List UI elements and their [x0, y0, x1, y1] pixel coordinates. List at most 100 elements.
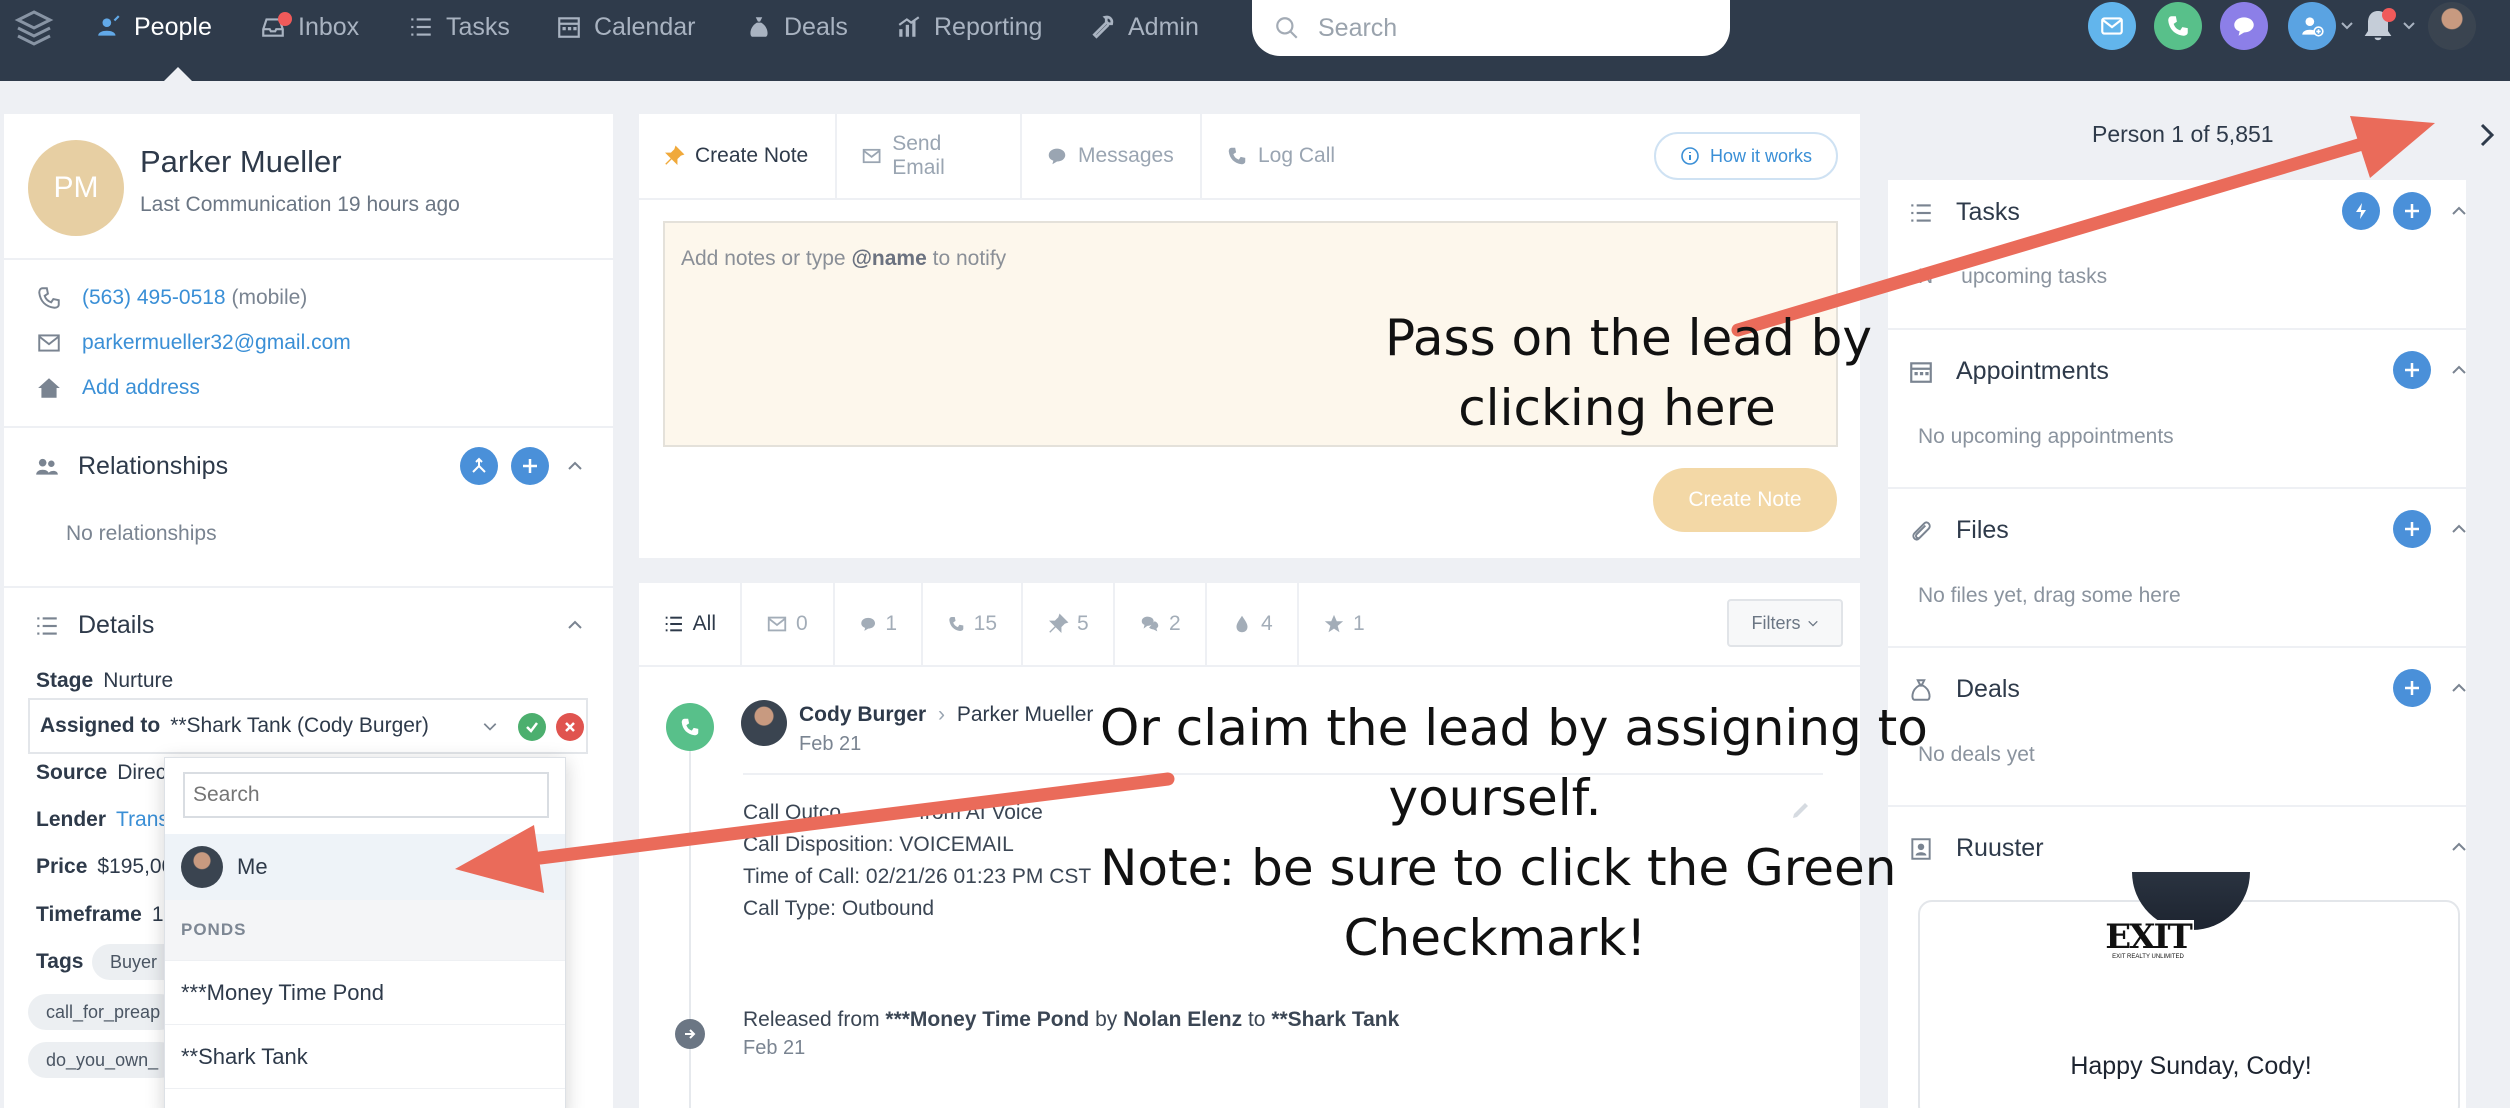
person-icon — [98, 15, 120, 36]
filters-button[interactable]: Filters — [1727, 599, 1843, 647]
address-row: Add address — [36, 373, 200, 403]
assigned-value: **Shark Tank (Cody Burger) — [170, 714, 429, 737]
task-automation-button[interactable] — [2342, 192, 2380, 230]
filter-tab-all[interactable]: All — [639, 583, 742, 665]
add-task-button[interactable] — [2393, 192, 2431, 230]
assign-to-me-option[interactable]: Me — [165, 834, 565, 900]
pin-icon — [665, 145, 685, 165]
filter-tab-notes[interactable]: 5 — [1023, 583, 1115, 665]
assignee-dropdown: Me PONDS ***Money Time Pond **Shark Tank — [164, 757, 566, 1108]
filter-tab-drips[interactable]: 4 — [1207, 583, 1299, 665]
appointments-empty: No upcoming appointments — [1918, 425, 2174, 448]
assigned-to-field[interactable]: Assigned to **Shark Tank (Cody Burger) — [28, 698, 588, 754]
add-deal-button[interactable] — [2393, 669, 2431, 707]
tasks-header[interactable]: Tasks — [1908, 198, 2020, 227]
lender-value[interactable]: Trans — [116, 808, 169, 831]
call-quick-button[interactable] — [2154, 2, 2202, 50]
filter-tab-calls[interactable]: 15 — [923, 583, 1023, 665]
pond-option[interactable]: ***Money Time Pond — [165, 960, 565, 1024]
timeframe-row[interactable]: Timeframe 1 — [36, 903, 164, 927]
price-row[interactable]: Price $195,00 — [36, 855, 173, 879]
nav-item-tasks[interactable]: Tasks — [408, 0, 510, 54]
user-avatar[interactable] — [2428, 2, 2476, 50]
assignee-search-input[interactable] — [183, 772, 549, 818]
nav-item-calendar[interactable]: Calendar — [556, 0, 695, 54]
button-label: How it works — [1709, 145, 1812, 166]
contact-name[interactable]: Parker Mueller — [957, 703, 1094, 726]
lender-row[interactable]: Lender Trans — [36, 808, 169, 832]
chevron-down-icon[interactable] — [2402, 18, 2416, 37]
relationships-header[interactable]: Relationships — [34, 452, 228, 481]
nav-item-deals[interactable]: Deals — [746, 0, 848, 54]
info-icon — [1681, 147, 1699, 165]
tab-create-note[interactable]: Create Note — [639, 114, 837, 198]
search-input[interactable] — [1318, 13, 1698, 43]
tab-send-email[interactable]: Send Email — [837, 114, 1022, 198]
chevron-up-icon[interactable] — [564, 614, 586, 636]
nav-item-reporting[interactable]: Reporting — [896, 0, 1042, 54]
confirm-checkmark-button[interactable] — [518, 713, 546, 741]
cancel-button[interactable] — [556, 713, 584, 741]
app-logo-icon[interactable] — [14, 8, 54, 53]
nav-item-inbox[interactable]: Inbox — [260, 0, 359, 54]
bell-icon[interactable] — [2358, 6, 2398, 51]
person-avatar: PM — [28, 140, 124, 236]
email-quick-button[interactable] — [2088, 2, 2136, 50]
tab-log-call[interactable]: Log Call — [1202, 114, 1372, 198]
nav-label: Deals — [784, 12, 848, 41]
pond-option[interactable]: **Shark Tank — [165, 1024, 565, 1088]
ruuster-header[interactable]: Ruuster — [1908, 834, 2044, 863]
message-icon — [861, 617, 876, 631]
chevron-down-icon — [1807, 620, 1818, 627]
section-title: Details — [78, 611, 155, 639]
notification-dot — [2382, 8, 2396, 22]
stage-row[interactable]: Stage Nurture — [36, 669, 173, 693]
event-date: Feb 21 — [799, 733, 862, 755]
files-header[interactable]: Files — [1908, 516, 2009, 545]
nav-item-admin[interactable]: Admin — [1090, 0, 1199, 54]
source-row[interactable]: Source Direc — [36, 761, 166, 785]
nav-item-people[interactable]: People — [96, 0, 212, 54]
filter-tab-chats[interactable]: 2 — [1115, 583, 1207, 665]
add-relationship-button[interactable] — [511, 447, 549, 485]
email-link[interactable]: parkermueller32@gmail.com — [82, 331, 351, 355]
chart-icon — [898, 16, 920, 37]
add-file-button[interactable] — [2393, 510, 2431, 548]
phone-icon — [38, 287, 60, 309]
add-person-button[interactable] — [2288, 2, 2336, 50]
chevron-up-icon[interactable] — [2448, 518, 2470, 540]
chevron-up-icon[interactable] — [2448, 359, 2470, 381]
filter-tab-email[interactable]: 0 — [742, 583, 835, 665]
add-address-link[interactable]: Add address — [82, 376, 200, 400]
chevron-up-icon[interactable] — [2448, 677, 2470, 699]
global-search[interactable] — [1252, 0, 1730, 56]
agent-name[interactable]: Cody Burger — [799, 703, 926, 726]
chevron-down-icon[interactable] — [2340, 18, 2354, 37]
tag-pill[interactable]: call_for_preap — [28, 994, 178, 1030]
next-person-chevron-icon[interactable] — [2475, 120, 2499, 150]
timeframe-value: 1 — [151, 903, 164, 926]
nav-label: Reporting — [934, 12, 1043, 41]
filter-tab-messages[interactable]: 1 — [835, 583, 923, 665]
chevron-down-icon[interactable] — [482, 718, 498, 734]
tab-messages[interactable]: Messages — [1022, 114, 1202, 198]
call-event-icon — [666, 703, 714, 751]
chevron-up-icon[interactable] — [2448, 200, 2470, 222]
active-nav-indicator — [164, 67, 192, 81]
tag-pill[interactable]: do_you_own_ — [28, 1042, 178, 1078]
list-icon — [665, 616, 682, 632]
message-quick-button[interactable] — [2220, 2, 2268, 50]
appointments-header[interactable]: Appointments — [1908, 357, 2109, 386]
chevron-up-icon[interactable] — [564, 455, 586, 477]
chevron-up-icon[interactable] — [2448, 836, 2470, 858]
filter-tab-count: 4 — [1261, 612, 1273, 635]
create-note-button[interactable]: Create Note — [1653, 468, 1837, 532]
relationship-link-button[interactable] — [460, 447, 498, 485]
details-header[interactable]: Details — [34, 611, 154, 640]
filter-tab-starred[interactable]: 1 — [1299, 583, 1389, 665]
pond-option[interactable] — [165, 1088, 565, 1108]
add-appointment-button[interactable] — [2393, 351, 2431, 389]
chat-bubble-icon — [2234, 17, 2254, 36]
phone-link[interactable]: (563) 495-0518 — [82, 286, 226, 309]
how-it-works-button[interactable]: How it works — [1654, 132, 1838, 180]
